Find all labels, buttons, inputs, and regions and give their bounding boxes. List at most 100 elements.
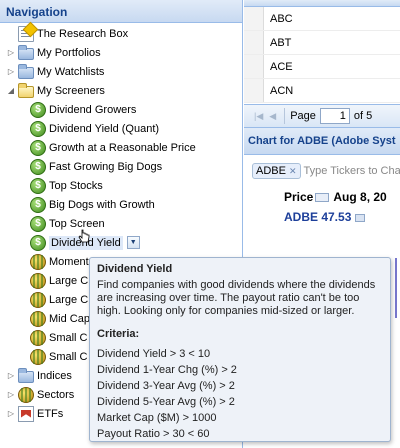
screener-garp[interactable]: Growth at a Reasonable Price	[28, 138, 196, 157]
criteria-item: Dividend 1-Year Chg (%) > 2	[97, 364, 237, 376]
nav-item-label: My Screeners	[37, 84, 105, 97]
ticker-input-bar[interactable]: ADBE ✕ Type Tickers to Cha	[244, 160, 400, 182]
expand-arrow-icon[interactable]: ▷	[6, 371, 16, 380]
globe-icon	[18, 386, 34, 403]
nav-item-label: Growth at a Reasonable Price	[49, 141, 196, 154]
close-icon[interactable]: ✕	[289, 166, 297, 177]
first-page-icon[interactable]: |◀	[254, 111, 263, 122]
etf-icon	[18, 405, 34, 422]
page-count-label: of 5	[353, 110, 373, 122]
screener-dividend-yield-quant[interactable]: Dividend Yield (Quant)	[28, 119, 159, 138]
ticker-cell: ABC	[270, 12, 293, 25]
nav-item-label: Large C	[49, 293, 89, 306]
nav-item-label: Small C	[49, 350, 88, 363]
tooltip-description: Find companies with good dividends where…	[97, 279, 376, 317]
tooltip-title: Dividend Yield	[97, 263, 173, 275]
expand-arrow-icon[interactable]: ▷	[6, 390, 16, 399]
criteria-heading: Criteria:	[97, 328, 140, 340]
chart-type-icon[interactable]	[315, 193, 330, 203]
nav-item-label: Dividend Yield (Quant)	[49, 122, 160, 135]
globe-screener-icon	[30, 310, 46, 327]
ticker-search-input[interactable]: Type Tickers to Cha	[304, 165, 400, 177]
screener-fast-growing-big-dogs[interactable]: Fast Growing Big Dogs	[28, 157, 162, 176]
folder-icon	[18, 64, 34, 79]
globe-screener-icon	[30, 291, 46, 308]
nav-item-label: ETFs	[37, 407, 64, 420]
screener-icon	[30, 196, 46, 213]
screener-top-stocks[interactable]: Top Stocks	[28, 176, 103, 195]
quote-value: ADBE 47.53	[284, 210, 352, 224]
screener-small-cap-2[interactable]: Small C	[28, 347, 88, 366]
nav-item-label: My Watchlists	[37, 65, 105, 78]
price-header: Price Aug 8, 20	[284, 190, 387, 204]
screener-big-dogs-with-growth[interactable]: Big Dogs with Growth	[28, 195, 155, 214]
criteria-item: Market Cap ($M) > 1000	[97, 412, 217, 424]
expand-arrow-icon[interactable]: ▷	[6, 48, 16, 57]
folder-icon	[18, 368, 34, 383]
grid-header	[244, 0, 400, 7]
globe-screener-icon	[30, 329, 46, 346]
nav-item-research-box[interactable]: The Research Box	[6, 24, 128, 43]
page-label: Page	[290, 110, 316, 122]
collapse-arrow-icon[interactable]: ◢	[6, 86, 16, 95]
pagination-toolbar: |◀ ◀ Page 1 of 5	[244, 104, 400, 128]
criteria-item: Dividend 3-Year Avg (%) > 2	[97, 380, 235, 392]
hand-cursor-icon	[78, 229, 90, 243]
nav-item-etfs[interactable]: ▷ ETFs	[6, 404, 63, 423]
folder-open-icon	[18, 83, 34, 98]
ticker-tag-label: ADBE	[256, 165, 286, 177]
globe-screener-icon	[30, 348, 46, 365]
screener-small-cap-1[interactable]: Small C	[28, 328, 88, 347]
ticker-cell: ABT	[270, 36, 292, 49]
table-row[interactable]: ABT	[244, 31, 400, 55]
nav-item-label: Large C	[49, 274, 89, 287]
ticker-tag[interactable]: ADBE ✕	[252, 163, 301, 179]
chart-line	[395, 258, 397, 318]
nav-item-label: The Research Box	[37, 27, 129, 40]
screener-large-cap-2[interactable]: Large C	[28, 290, 88, 309]
nav-item-label: Top Stocks	[49, 179, 103, 192]
expand-arrow-icon[interactable]: ▷	[6, 67, 16, 76]
nav-item-my-screeners[interactable]: ◢ My Screeners	[6, 81, 105, 100]
page-number-input[interactable]: 1	[319, 108, 350, 124]
nav-item-label: Dividend Growers	[49, 103, 137, 116]
screener-top-screen[interactable]: Top Screen	[28, 214, 105, 233]
screener-icon	[30, 139, 46, 156]
ticker-cell: ACN	[270, 84, 294, 97]
criteria-item: Dividend Yield > 3 < 10	[97, 348, 211, 360]
nav-item-label: Top Screen	[49, 217, 105, 230]
nav-item-sectors[interactable]: ▷ Sectors	[6, 385, 74, 404]
nav-item-label: My Portfolios	[37, 46, 101, 59]
folder-icon	[18, 45, 34, 60]
mail-icon[interactable]	[355, 213, 366, 222]
nav-item-label: Mid Cap	[49, 312, 90, 325]
table-row[interactable]: ACE	[244, 55, 400, 79]
prev-page-icon[interactable]: ◀	[269, 111, 276, 122]
globe-screener-icon	[30, 272, 46, 289]
screener-dividend-growers[interactable]: Dividend Growers	[28, 100, 136, 119]
screener-mid-cap[interactable]: Mid Cap	[28, 309, 90, 328]
chevron-down-icon[interactable]: ▼	[126, 236, 140, 249]
globe-screener-icon	[30, 253, 46, 270]
screener-icon	[30, 177, 46, 194]
nav-item-label: Indices	[37, 369, 72, 382]
nav-item-label: Fast Growing Big Dogs	[49, 160, 163, 173]
screener-tooltip: Dividend Yield Find companies with good …	[89, 257, 391, 442]
navigation-header: Navigation	[0, 0, 242, 23]
ticker-cell: ACE	[270, 60, 293, 73]
nav-item-label: Big Dogs with Growth	[49, 198, 155, 211]
nav-item-my-watchlists[interactable]: ▷ My Watchlists	[6, 62, 104, 81]
screener-icon	[30, 101, 46, 118]
research-box-icon	[18, 25, 34, 42]
price-date: Aug 8, 20	[333, 190, 387, 204]
expand-arrow-icon[interactable]: ▷	[6, 409, 16, 418]
nav-item-indices[interactable]: ▷ Indices	[6, 366, 72, 385]
chart-panel-title: Chart for ADBE (Adobe Syst	[244, 128, 400, 155]
table-row[interactable]: ABC	[244, 7, 400, 31]
nav-item-label: Sectors	[37, 388, 75, 401]
screener-large-cap-1[interactable]: Large C	[28, 271, 88, 290]
table-row[interactable]: ACN	[244, 79, 400, 103]
nav-item-my-portfolios[interactable]: ▷ My Portfolios	[6, 43, 101, 62]
criteria-item: Payout Ratio > 30 < 60	[97, 428, 210, 440]
screener-icon	[30, 234, 46, 251]
